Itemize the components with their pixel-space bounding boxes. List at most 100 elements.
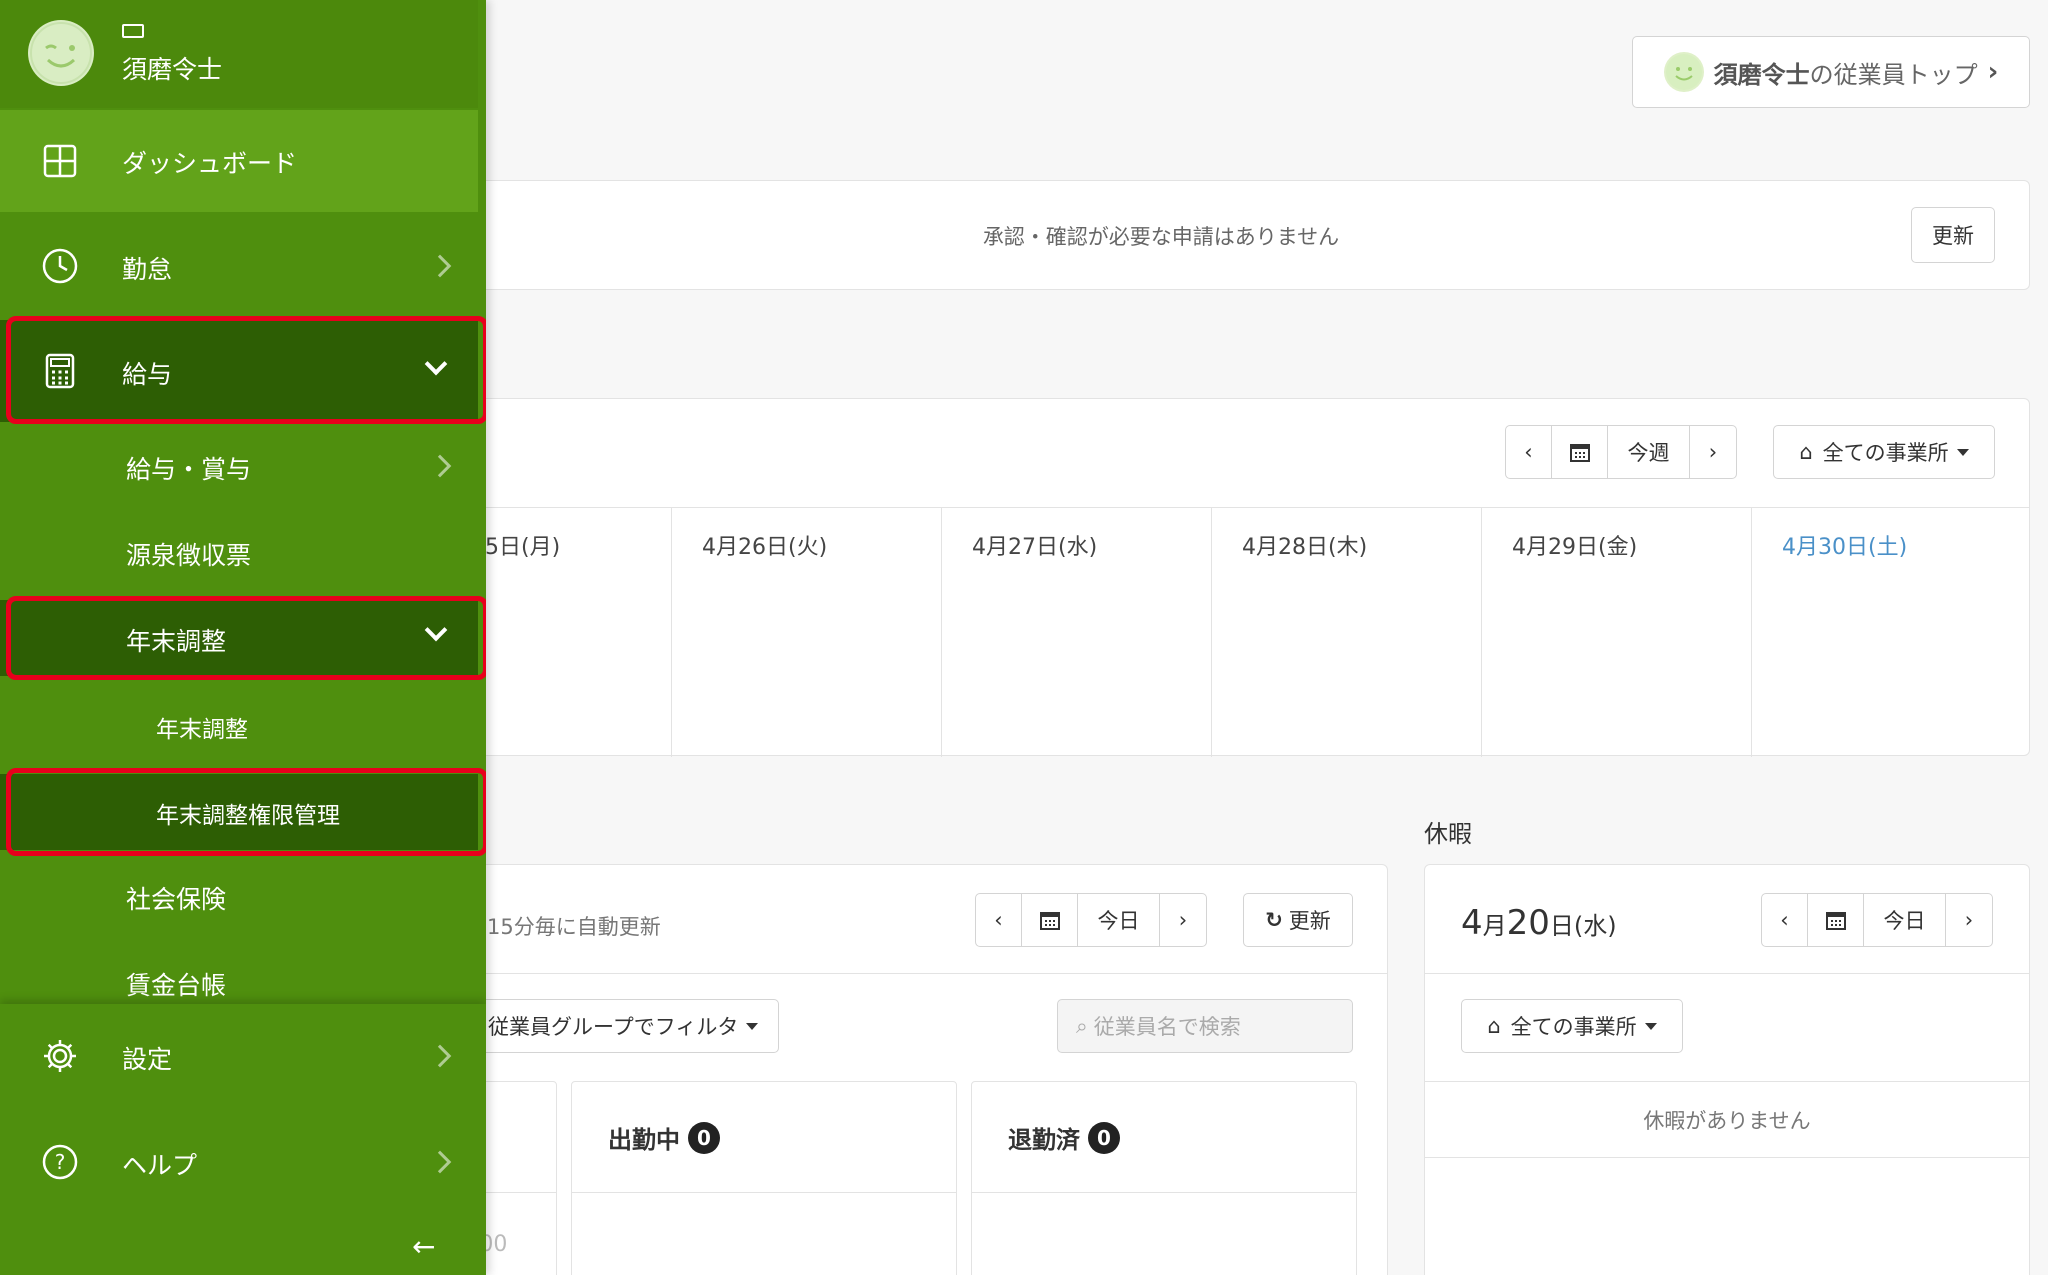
svg-text:?: ? — [55, 1150, 66, 1174]
office-dropdown-label: 全ての事業所 — [1822, 441, 1949, 465]
sidebar-item-settings-label: 設定 — [122, 1045, 173, 1074]
sidebar-item-dashboard-label: ダッシュボード — [122, 149, 298, 178]
highlight-box — [6, 596, 486, 680]
sidebar-item-attendance[interactable]: 勤怠 — [0, 214, 478, 318]
divider — [572, 1192, 956, 1193]
search-icon: ⌕ — [1076, 1013, 1088, 1038]
day-column: 4月28日(木) — [1212, 507, 1482, 757]
vacation-empty-message: 休暇がありません — [1643, 1109, 1811, 1133]
attendance-refresh-label: 更新 — [1288, 909, 1331, 933]
next-week-button[interactable]: › — [1690, 426, 1736, 478]
chevron-right-icon: › — [1178, 908, 1188, 932]
prev-day-button[interactable]: ‹ — [1762, 894, 1808, 946]
status-column-left: 退勤済 0 — [971, 1081, 1357, 1275]
refresh-button[interactable]: 更新 — [1911, 207, 1995, 263]
sidebar-item-social-insurance[interactable]: 社会保険 — [0, 858, 478, 934]
sidebar-item-settings[interactable]: 設定 — [0, 1004, 478, 1108]
employee-search-input[interactable]: ⌕ 従業員名で検索 — [1057, 999, 1353, 1053]
sidebar-item-payroll-bonus[interactable]: 給与・賞与 — [0, 428, 478, 504]
vacation-day-navigation: ‹ 今日 › — [1761, 893, 1993, 947]
chevron-right-icon: › — [1964, 908, 1974, 932]
attendance-card: 15分毎に自動更新 ‹ 今日 › ↻ 更新 従業員グループでフィルタ ⌕ 従業員… — [471, 864, 1388, 1275]
id-card-icon — [122, 24, 144, 38]
vacation-office-label: 全ての事業所 — [1510, 1015, 1637, 1039]
next-day-button[interactable]: › — [1160, 894, 1206, 946]
vacation-date-day-unit: 日 — [1549, 912, 1574, 940]
group-filter-label: 従業員グループでフィルタ — [488, 1015, 739, 1039]
highlight-box — [6, 316, 486, 424]
left-label: 退勤済 — [1008, 1126, 1080, 1154]
left-header: 退勤済 0 — [1008, 1120, 1120, 1155]
chevron-left-icon: ‹ — [994, 908, 1003, 932]
day-column: 4月30日(土) — [1752, 507, 2031, 757]
sidebar-item-payroll-bonus-label: 給与・賞与 — [126, 455, 252, 484]
chevron-right-icon: › — [1708, 440, 1718, 464]
employee-top-suffix: の従業員トップ — [1809, 60, 1978, 89]
week-navigation: ‹ 今週 › — [1505, 425, 1737, 479]
sidebar-user-header[interactable]: 須磨令士 — [0, 0, 478, 108]
calendar-button[interactable] — [1808, 894, 1864, 946]
day-column: 4月26日(火) — [672, 507, 942, 757]
gear-icon — [44, 1040, 76, 1072]
vacation-date-month: 4 — [1461, 903, 1483, 943]
working-label: 出勤中 — [608, 1126, 680, 1154]
divider — [1425, 1081, 2029, 1082]
prev-week-button[interactable]: ‹ — [1506, 426, 1552, 478]
sidebar-item-wage-ledger-label: 賃金台帳 — [126, 971, 227, 1000]
sidebar-item-withholding[interactable]: 源泉徴収票 — [0, 514, 478, 590]
chevron-right-icon — [428, 1150, 452, 1174]
day-label: 4月26日(火) — [702, 535, 828, 560]
sidebar-item-wage-ledger[interactable]: 賃金台帳 — [0, 944, 478, 1004]
calendar-icon — [1825, 912, 1846, 930]
employee-top-name: 須磨令士 — [1713, 60, 1810, 89]
working-count-badge: 0 — [688, 1121, 720, 1154]
approval-notice-card: 承認・確認が必要な申請はありません 更新 — [480, 180, 2030, 290]
divider — [481, 973, 1387, 974]
prev-day-button[interactable]: ‹ — [976, 894, 1022, 946]
sidebar-item-dashboard[interactable]: ダッシュボード — [0, 110, 478, 212]
day-column: 4月29日(金) — [1482, 507, 1752, 757]
clock-icon — [42, 248, 78, 284]
chevron-left-icon: ‹ — [1524, 440, 1533, 464]
attendance-refresh-button[interactable]: ↻ 更新 — [1243, 893, 1353, 947]
caret-down-icon — [1956, 448, 1969, 456]
today-button[interactable]: 今日 — [1078, 894, 1160, 946]
calendar-button[interactable] — [1552, 426, 1608, 478]
vacation-date-weekday: (水) — [1573, 912, 1617, 940]
day-label: 4月27日(水) — [972, 535, 1098, 560]
day-column: 4月27日(水) — [942, 507, 1212, 757]
collapse-sidebar-icon[interactable]: ← — [412, 1230, 435, 1263]
office-dropdown[interactable]: ⌂ 全ての事業所 — [1773, 425, 1995, 479]
vacation-card: 4月20日(水) ‹ 今日 › ⌂ 全ての事業所 休暇がありません — [1424, 864, 2030, 1275]
today-button[interactable]: 今日 — [1864, 894, 1946, 946]
sidebar-item-year-end-sub[interactable]: 年末調整 — [0, 688, 478, 762]
help-icon: ? — [42, 1144, 78, 1180]
sidebar-item-social-insurance-label: 社会保険 — [126, 885, 227, 914]
approval-notice-message: 承認・確認が必要な申請はありません — [982, 225, 1340, 249]
sidebar-bottom-section: 設定 ? ヘルプ ← — [0, 1004, 486, 1275]
employee-top-button[interactable]: 須磨令士 の従業員トップ › — [1632, 36, 2030, 108]
auto-refresh-text: 15分毎に自動更新 — [487, 915, 661, 939]
chevron-right-icon: › — [1987, 57, 1999, 87]
working-header: 出勤中 0 — [608, 1120, 720, 1155]
day-column: 25日(月) — [471, 507, 672, 757]
vacation-date-month-unit: 月 — [1482, 912, 1507, 940]
highlight-box — [6, 768, 486, 856]
chevron-right-icon — [428, 254, 452, 278]
sidebar-item-attendance-label: 勤怠 — [122, 255, 173, 284]
vacation-date-day: 20 — [1506, 903, 1550, 943]
smiley-icon — [1663, 52, 1704, 92]
next-day-button[interactable]: › — [1946, 894, 1992, 946]
dashboard-icon — [43, 144, 77, 178]
calendar-icon — [1039, 912, 1060, 930]
group-filter-dropdown[interactable]: 従業員グループでフィルタ — [471, 999, 779, 1053]
vacation-section-title: 休暇 — [1424, 820, 1472, 848]
this-week-button[interactable]: 今週 — [1608, 426, 1690, 478]
weekly-calendar-card: ‹ 今週 › ⌂ 全ての事業所 25日(月) 4月26日(火) 4月27日(水)… — [471, 398, 2031, 757]
vacation-office-dropdown[interactable]: ⌂ 全ての事業所 — [1461, 999, 1683, 1053]
calendar-button[interactable] — [1022, 894, 1078, 946]
divider — [1425, 1157, 2029, 1158]
sidebar-item-help[interactable]: ? ヘルプ — [0, 1110, 478, 1214]
day-navigation: ‹ 今日 › — [975, 893, 1207, 947]
sidebar-item-help-label: ヘルプ — [122, 1151, 198, 1180]
